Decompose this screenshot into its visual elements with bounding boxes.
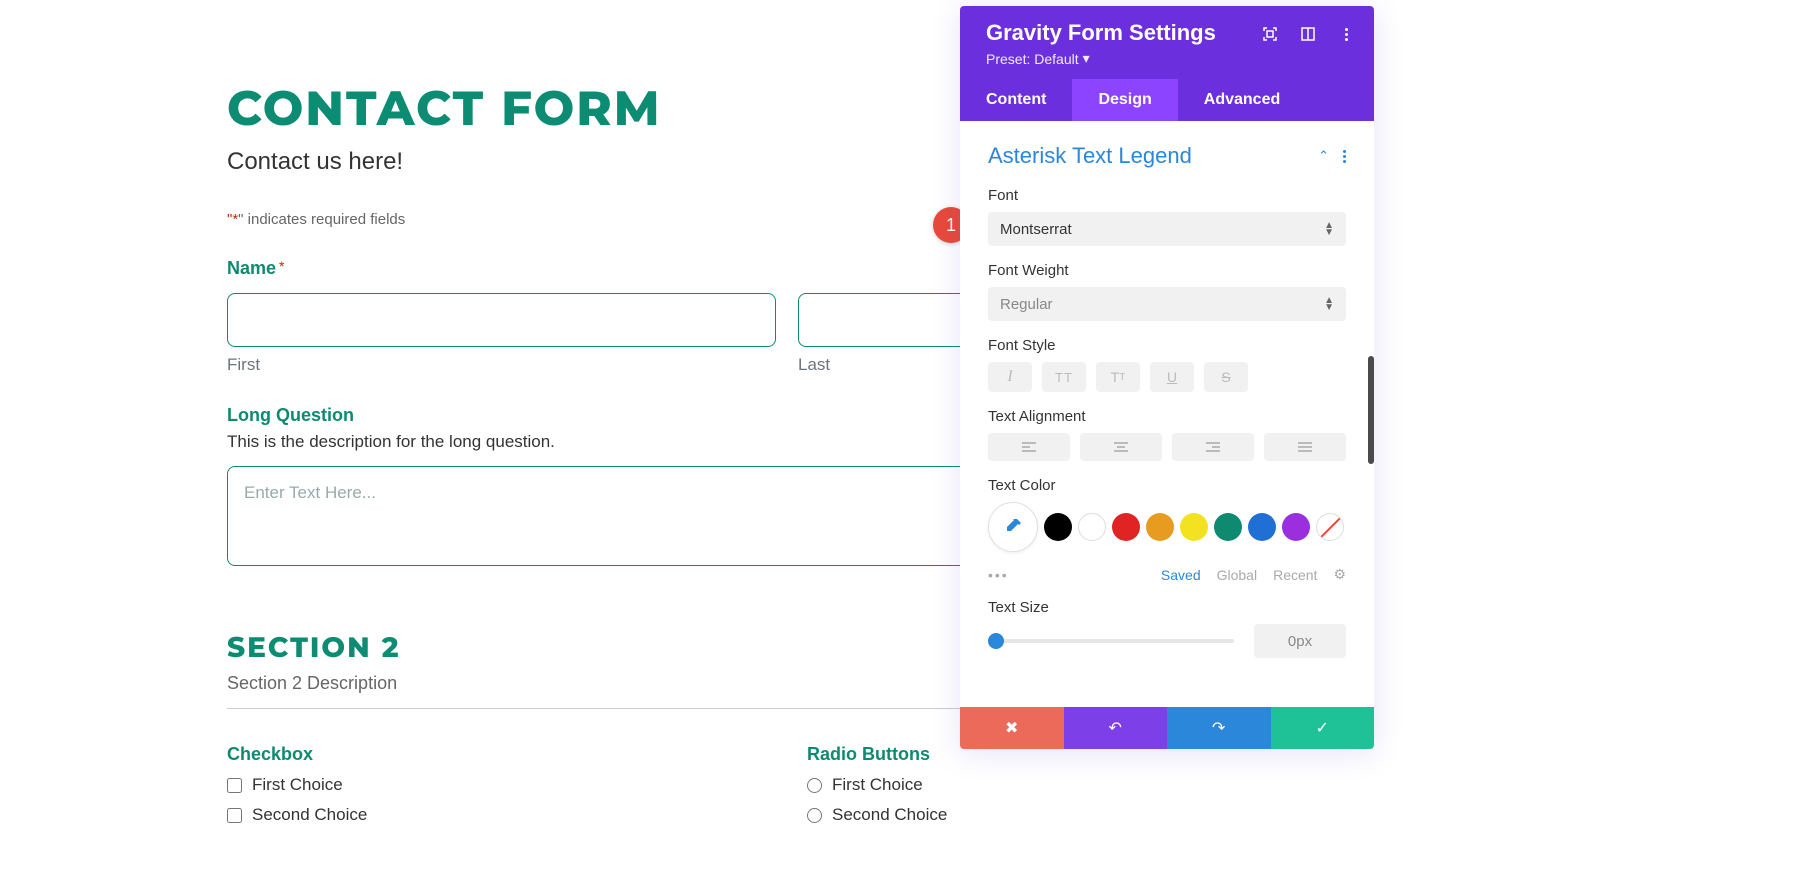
required-asterisk: * xyxy=(279,258,284,274)
preset-dropdown[interactable]: Preset: Default ▾ xyxy=(986,50,1348,67)
color-tab-saved[interactable]: Saved xyxy=(1161,567,1201,583)
chevron-up-icon[interactable]: ⌃ xyxy=(1318,148,1329,164)
more-horizontal-icon[interactable]: ••• xyxy=(988,567,1009,583)
color-swatch-black[interactable] xyxy=(1044,513,1072,541)
align-center-button[interactable] xyxy=(1080,433,1162,461)
text-color-label: Text Color xyxy=(988,477,1346,494)
redo-button[interactable]: ↷ xyxy=(1167,707,1271,749)
color-swatch-white[interactable] xyxy=(1078,513,1106,541)
tab-design[interactable]: Design xyxy=(1072,79,1177,121)
columns-icon[interactable] xyxy=(1300,26,1316,42)
smallcaps-button[interactable]: TT xyxy=(1096,362,1140,392)
undo-icon: ↶ xyxy=(1109,718,1122,738)
text-size-input[interactable] xyxy=(1254,624,1346,658)
undo-button[interactable]: ↶ xyxy=(1064,707,1168,749)
eyedropper-icon xyxy=(1003,517,1023,537)
underline-button[interactable]: U xyxy=(1150,362,1194,392)
font-label: Font xyxy=(988,187,1346,204)
first-name-sublabel: First xyxy=(227,355,776,375)
radio-option-2[interactable]: Second Choice xyxy=(807,805,1347,825)
text-size-slider[interactable] xyxy=(988,639,1234,643)
text-align-label: Text Alignment xyxy=(988,408,1346,425)
color-swatch-none[interactable] xyxy=(1316,513,1344,541)
font-style-label: Font Style xyxy=(988,337,1346,354)
tab-advanced[interactable]: Advanced xyxy=(1178,79,1306,121)
cancel-button[interactable]: ✖ xyxy=(960,707,1064,749)
color-picker-button[interactable] xyxy=(988,502,1038,552)
font-weight-label: Font Weight xyxy=(988,262,1346,279)
panel-tabs: Content Design Advanced xyxy=(960,79,1374,121)
settings-panel: Gravity Form Settings Preset: Default ▾ … xyxy=(960,6,1374,749)
strikethrough-button[interactable]: S xyxy=(1204,362,1248,392)
name-label: Name xyxy=(227,258,276,278)
checkbox-option-1[interactable]: First Choice xyxy=(227,775,767,795)
panel-footer: ✖ ↶ ↷ ✓ xyxy=(960,707,1374,749)
scrollbar[interactable] xyxy=(1368,356,1374,464)
tab-content[interactable]: Content xyxy=(960,79,1072,121)
checkbox-option-2[interactable]: Second Choice xyxy=(227,805,767,825)
text-size-label: Text Size xyxy=(988,599,1346,616)
align-justify-button[interactable] xyxy=(1264,433,1346,461)
first-name-input[interactable] xyxy=(227,293,776,347)
caret-down-icon: ▾ xyxy=(1083,50,1090,67)
more-vertical-icon[interactable] xyxy=(1343,150,1346,163)
color-swatch-yellow[interactable] xyxy=(1180,513,1208,541)
checkbox-field: Checkbox First Choice Second Choice xyxy=(227,744,767,825)
panel-header: Gravity Form Settings Preset: Default ▾ xyxy=(960,6,1374,79)
radio-2[interactable] xyxy=(807,808,822,823)
radio-option-1[interactable]: First Choice xyxy=(807,775,1347,795)
checkbox-1[interactable] xyxy=(227,778,242,793)
checkbox-2[interactable] xyxy=(227,808,242,823)
redo-icon: ↷ xyxy=(1212,718,1225,738)
color-tab-recent[interactable]: Recent xyxy=(1273,567,1317,583)
expand-icon[interactable] xyxy=(1262,26,1278,42)
color-swatch-blue[interactable] xyxy=(1248,513,1276,541)
select-arrows-icon: ▲▼ xyxy=(1324,222,1334,236)
radio-1[interactable] xyxy=(807,778,822,793)
radio-field: Radio Buttons First Choice Second Choice xyxy=(807,744,1347,825)
color-swatch-purple[interactable] xyxy=(1282,513,1310,541)
color-swatch-red[interactable] xyxy=(1112,513,1140,541)
font-weight-select[interactable]: Regular ▲▼ xyxy=(988,287,1346,321)
close-icon: ✖ xyxy=(1005,718,1018,738)
checkbox-label: Checkbox xyxy=(227,744,767,765)
color-tab-global[interactable]: Global xyxy=(1217,567,1257,583)
align-right-button[interactable] xyxy=(1172,433,1254,461)
uppercase-button[interactable]: TT xyxy=(1042,362,1086,392)
save-button[interactable]: ✓ xyxy=(1271,707,1375,749)
color-swatch-teal[interactable] xyxy=(1214,513,1242,541)
italic-button[interactable]: I xyxy=(988,362,1032,392)
section-title-asterisk-legend[interactable]: Asterisk Text Legend xyxy=(988,143,1192,169)
more-vertical-icon[interactable] xyxy=(1338,26,1354,42)
color-swatch-orange[interactable] xyxy=(1146,513,1174,541)
gear-icon[interactable]: ⚙ xyxy=(1333,566,1346,583)
panel-body[interactable]: Asterisk Text Legend ⌃ Font Montserrat ▲… xyxy=(960,121,1374,707)
check-icon: ✓ xyxy=(1316,718,1329,738)
slider-thumb[interactable] xyxy=(988,633,1004,649)
select-arrows-icon: ▲▼ xyxy=(1324,297,1334,311)
font-select[interactable]: Montserrat ▲▼ xyxy=(988,212,1346,246)
align-left-button[interactable] xyxy=(988,433,1070,461)
